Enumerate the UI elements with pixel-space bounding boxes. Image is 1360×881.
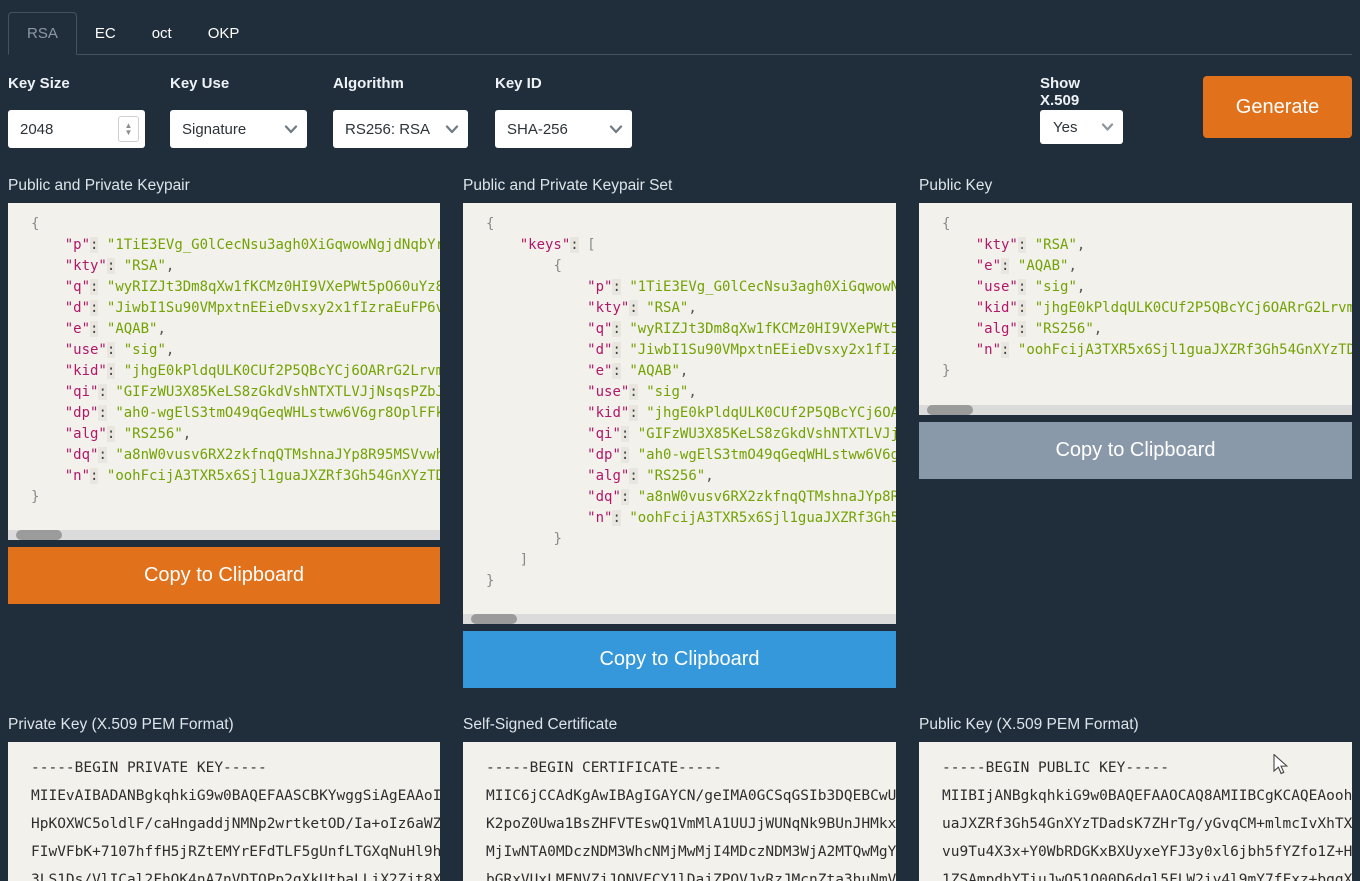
tab-okp[interactable]: OKP xyxy=(190,13,258,54)
keypair-section: Public and Private Keypair { "p": "1TiE3… xyxy=(8,177,440,604)
copy-keypair-button[interactable]: Copy to Clipboard xyxy=(8,547,440,604)
certificate-section: Self-Signed Certificate -----BEGIN CERTI… xyxy=(463,716,896,881)
key-use-select[interactable]: Signature xyxy=(170,110,307,148)
certificate-text: -----BEGIN CERTIFICATE-----MIIC6jCCAdKgA… xyxy=(463,742,896,881)
key-use-value: Signature xyxy=(182,121,246,138)
copy-keypair-set-button[interactable]: Copy to Clipboard xyxy=(463,631,896,688)
private-pem-panel[interactable]: -----BEGIN PRIVATE KEY-----MIIEvAIBADANB… xyxy=(8,742,440,881)
private-pem-text: -----BEGIN PRIVATE KEY-----MIIEvAIBADANB… xyxy=(8,742,440,881)
tab-rsa[interactable]: RSA xyxy=(8,12,77,55)
keypair-title: Public and Private Keypair xyxy=(8,177,440,196)
json-panels-row: Public and Private Keypair { "p": "1TiE3… xyxy=(8,177,1352,688)
keypair-json-panel[interactable]: { "p": "1TiE3EVg_G0lCecNsu3agh0XiGqwowNg… xyxy=(8,203,440,540)
keypair-json-code: { "p": "1TiE3EVg_G0lCecNsu3agh0XiGqwowNg… xyxy=(8,203,440,508)
key-size-input[interactable]: 2048 ▲▼ xyxy=(8,110,145,148)
private-pem-title: Private Key (X.509 PEM Format) xyxy=(8,716,440,735)
key-size-value: 2048 xyxy=(20,121,53,138)
pem-panels-row: Private Key (X.509 PEM Format) -----BEGI… xyxy=(8,716,1352,881)
scrollbar-thumb[interactable] xyxy=(471,614,517,624)
private-pem-section: Private Key (X.509 PEM Format) -----BEGI… xyxy=(8,716,440,881)
algorithm-value: RS256: RSA xyxy=(345,121,430,138)
copy-public-key-button[interactable]: Copy to Clipboard xyxy=(919,422,1352,479)
algorithm-field: Algorithm RS256: RSA xyxy=(333,75,468,148)
horizontal-scrollbar[interactable] xyxy=(8,530,440,540)
keypair-set-title: Public and Private Keypair Set xyxy=(463,177,896,196)
show-x509-select[interactable]: Yes xyxy=(1040,110,1123,144)
public-key-title: Public Key xyxy=(919,177,1352,196)
generate-button[interactable]: Generate xyxy=(1203,76,1352,138)
show-x509-field: Show X.509 Yes xyxy=(1040,75,1123,144)
keypair-set-json-code: { "keys": [ { "p": "1TiE3EVg_G0lCecNsu3a… xyxy=(463,203,896,592)
public-pem-section: Public Key (X.509 PEM Format) -----BEGIN… xyxy=(919,716,1352,881)
horizontal-scrollbar[interactable] xyxy=(463,614,896,624)
chevron-down-icon xyxy=(284,125,298,134)
key-id-select[interactable]: SHA-256 xyxy=(495,110,632,148)
mouse-cursor-icon xyxy=(1273,754,1293,776)
chevron-down-icon xyxy=(445,125,459,134)
public-pem-title: Public Key (X.509 PEM Format) xyxy=(919,716,1352,735)
public-key-section: Public Key { "kty": "RSA", "e": "AQAB", … xyxy=(919,177,1352,479)
chevron-down-icon xyxy=(609,125,623,134)
public-key-json-code: { "kty": "RSA", "e": "AQAB", "use": "sig… xyxy=(919,203,1352,382)
show-x509-value: Yes xyxy=(1053,119,1077,136)
key-size-label: Key Size xyxy=(8,75,145,95)
generator-form: Key Size 2048 ▲▼ Key Use Signature Algor… xyxy=(0,75,1360,160)
keypair-set-section: Public and Private Keypair Set { "keys":… xyxy=(463,177,896,688)
public-key-json-panel[interactable]: { "kty": "RSA", "e": "AQAB", "use": "sig… xyxy=(919,203,1352,415)
chevron-down-icon xyxy=(1101,123,1114,132)
show-x509-label: Show X.509 xyxy=(1040,75,1123,95)
algorithm-select[interactable]: RS256: RSA xyxy=(333,110,468,148)
key-id-field: Key ID SHA-256 xyxy=(495,75,632,148)
tab-ec[interactable]: EC xyxy=(77,13,134,54)
scrollbar-thumb[interactable] xyxy=(927,405,973,415)
scrollbar-thumb[interactable] xyxy=(16,530,62,540)
algorithm-label: Algorithm xyxy=(333,75,468,95)
key-use-label: Key Use xyxy=(170,75,307,95)
tab-bar: RSA EC oct OKP xyxy=(8,10,1352,55)
horizontal-scrollbar[interactable] xyxy=(919,405,1352,415)
number-spinner-icon[interactable]: ▲▼ xyxy=(118,116,139,142)
certificate-title: Self-Signed Certificate xyxy=(463,716,896,735)
key-id-label: Key ID xyxy=(495,75,632,95)
tab-oct[interactable]: oct xyxy=(134,13,190,54)
key-size-field: Key Size 2048 ▲▼ xyxy=(8,75,145,148)
key-id-value: SHA-256 xyxy=(507,121,568,138)
jwk-generator-app: RSA EC oct OKP Key Size 2048 ▲▼ Key Use … xyxy=(0,0,1360,881)
certificate-panel[interactable]: -----BEGIN CERTIFICATE-----MIIC6jCCAdKgA… xyxy=(463,742,896,881)
keypair-set-json-panel[interactable]: { "keys": [ { "p": "1TiE3EVg_G0lCecNsu3a… xyxy=(463,203,896,624)
key-use-field: Key Use Signature xyxy=(170,75,307,148)
